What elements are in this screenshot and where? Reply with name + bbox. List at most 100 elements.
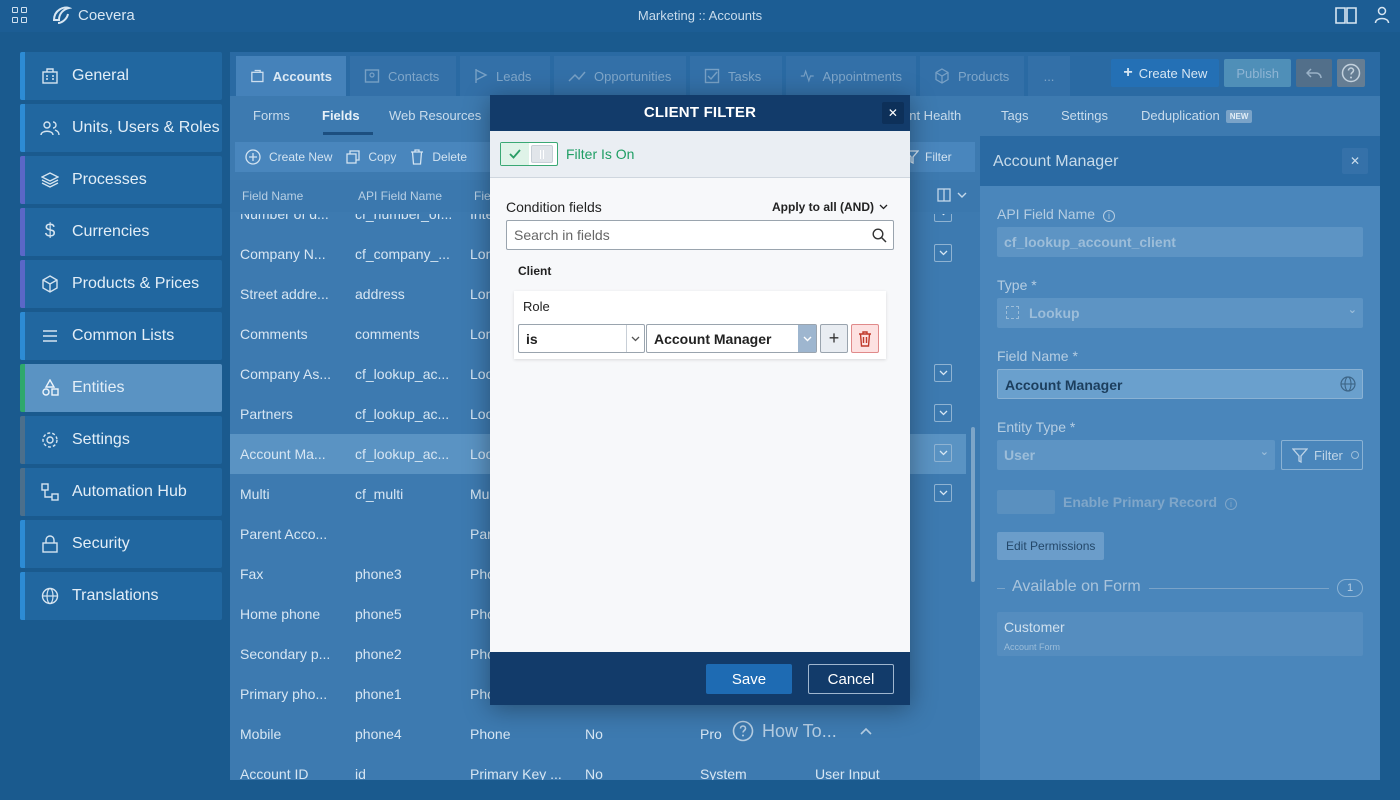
tab-label: Leads (496, 68, 532, 84)
apply-mode-dropdown[interactable]: Apply to all (AND) (772, 200, 888, 214)
table-cell: Pro (700, 726, 722, 742)
field-name-input[interactable]: Account Manager (997, 369, 1363, 399)
table-cell: Comments (240, 326, 308, 342)
row-expand-chevron-icon[interactable] (934, 214, 952, 222)
column-header[interactable]: Fie (474, 189, 491, 203)
plus-icon: + (1123, 64, 1133, 81)
section-title: Available on Form (1012, 578, 1141, 595)
sidebar-item-common-lists[interactable]: Common Lists (20, 312, 222, 360)
table-cell: Company N... (240, 246, 326, 262)
filter-label: Filter (1314, 447, 1343, 463)
close-panel-button[interactable]: ✕ (1342, 148, 1368, 174)
tab-accounts[interactable]: Accounts (236, 56, 346, 96)
table-cell: Mu (470, 486, 490, 502)
row-expand-chevron-icon[interactable] (934, 404, 952, 422)
tab-contacts[interactable]: Contacts (350, 56, 456, 96)
entity-filter-button[interactable]: Filter (1281, 440, 1363, 470)
field-name-value: Account Manager (1005, 377, 1123, 393)
undo-button[interactable] (1296, 59, 1332, 87)
add-condition-button[interactable]: + (820, 324, 848, 353)
subtab-web-resources[interactable]: Web Resources (389, 108, 481, 123)
panel-title: Account Manager (993, 153, 1119, 170)
book-icon[interactable] (1334, 5, 1358, 25)
row-expand-chevron-icon[interactable] (934, 484, 952, 502)
column-header[interactable]: API Field Name (358, 189, 442, 203)
client-filter-dialog: CLIENT FILTER ✕ Filter Is On Condition fi… (490, 95, 910, 705)
chevron-down-icon (879, 204, 888, 210)
sidebar-item-security[interactable]: Security (20, 520, 222, 568)
sidebar-item-translations[interactable]: Translations (20, 572, 222, 620)
sidebar-item-products-prices[interactable]: Products & Prices (20, 260, 222, 308)
column-header[interactable]: Field Name (242, 189, 303, 203)
column-settings-button[interactable] (937, 188, 967, 202)
sidebar-item-entities[interactable]: Entities (20, 364, 222, 412)
columns-icon (937, 188, 951, 202)
tab-leads[interactable]: Leads (460, 56, 550, 96)
close-dialog-button[interactable]: ✕ (882, 102, 904, 124)
create-field-button[interactable]: Create New (245, 149, 332, 165)
row-expand-chevron-icon[interactable] (934, 444, 952, 462)
sidebar-item-label: Common Lists (72, 327, 175, 344)
row-expand-chevron-icon[interactable] (934, 244, 952, 262)
copy-button[interactable]: Copy (346, 150, 396, 164)
search-fields-input[interactable]: Search in fields (506, 220, 894, 250)
help-button[interactable] (1337, 59, 1365, 87)
sidebar-item-label: General (72, 67, 129, 84)
row-expand-chevron-icon[interactable] (934, 364, 952, 382)
top-bar: Coevera Marketing :: Accounts (0, 0, 1400, 32)
subtab-account-health[interactable]: unt Health (902, 108, 961, 123)
subtab-tags[interactable]: Tags (1001, 108, 1028, 123)
edit-permissions-button[interactable]: Edit Permissions (997, 532, 1105, 560)
chevron-down-icon: ⌄ (1347, 304, 1357, 316)
value-select[interactable]: Account Manager (646, 324, 817, 353)
tab-opportunities[interactable]: Opportunities (554, 56, 686, 96)
subtab-settings[interactable]: Settings (1061, 108, 1108, 123)
filter-toggle[interactable] (500, 142, 558, 166)
form-subtitle: Account Form (1004, 642, 1061, 652)
chevron-down-icon (957, 192, 967, 198)
form-count-badge: 1 (1337, 579, 1363, 597)
table-scrollbar[interactable] (971, 427, 975, 582)
sidebar-item-units-users-roles[interactable]: Units, Users & Roles (20, 104, 222, 152)
field-details-panel: Account Manager ✕ API Field Name i cf_loo… (980, 136, 1380, 780)
table-cell: comments (355, 326, 420, 342)
sidebar-item-general[interactable]: General (20, 52, 222, 100)
how-to-widget[interactable]: How To... (732, 720, 873, 742)
tab-more[interactable]: ... (1028, 56, 1070, 96)
info-icon[interactable]: i (1102, 210, 1115, 222)
cancel-button[interactable]: Cancel (808, 664, 894, 694)
subtab-forms[interactable]: Forms (253, 108, 290, 123)
tab-label: Opportunities (594, 68, 672, 84)
globe-icon[interactable] (1340, 376, 1356, 392)
sidebar-item-processes[interactable]: Processes (20, 156, 222, 204)
plus-icon: + (828, 328, 840, 348)
tab-appointments[interactable]: Appointments (786, 56, 916, 96)
new-badge: NEW (1225, 110, 1253, 124)
subtab-deduplication[interactable]: Deduplication NEW (1141, 108, 1253, 124)
sidebar-item-currencies[interactable]: $ Currencies (20, 208, 222, 256)
flow-icon (40, 482, 60, 502)
search-icon[interactable] (872, 228, 887, 243)
subtab-fields[interactable]: Fields (322, 108, 360, 123)
chevron-down-icon: ⌄ (1259, 446, 1269, 458)
table-row[interactable]: Account ID id Primary Key ... No System User … (230, 754, 966, 780)
sidebar: General Units, Users & Roles Processes $… (20, 52, 222, 624)
check-icon (501, 143, 529, 165)
info-icon[interactable]: i (1224, 498, 1237, 510)
contact-card-icon (364, 69, 380, 83)
operator-select[interactable]: is (518, 324, 645, 353)
chevron-up-icon (860, 727, 872, 735)
sidebar-item-settings[interactable]: Settings (20, 416, 222, 464)
delete-button[interactable]: Delete (410, 149, 467, 165)
delete-condition-button[interactable] (851, 324, 879, 353)
user-icon[interactable] (1374, 6, 1390, 24)
sidebar-item-automation-hub[interactable]: Automation Hub (20, 468, 222, 516)
save-button[interactable]: Save (706, 664, 792, 694)
form-card[interactable]: Customer Account Form (997, 612, 1363, 656)
tab-tasks[interactable]: Tasks (690, 56, 782, 96)
publish-button[interactable]: Publish (1224, 59, 1291, 87)
create-new-button[interactable]: + Create New (1111, 59, 1220, 87)
enable-primary-toggle[interactable] (997, 490, 1055, 514)
table-cell: User Input (815, 766, 880, 780)
tab-products[interactable]: Products (920, 56, 1024, 96)
